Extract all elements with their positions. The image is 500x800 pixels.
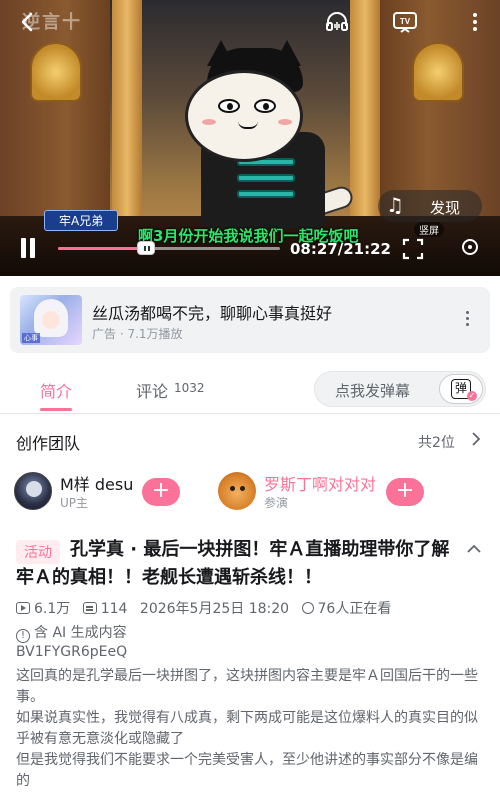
view-count: 6.1万 — [34, 601, 71, 617]
player-top-bar: TV — [0, 0, 500, 44]
info-icon: ! — [16, 629, 30, 643]
progress-bar[interactable] — [58, 241, 280, 255]
more-dot — [465, 311, 469, 314]
more-dot — [465, 323, 469, 326]
cat-mouth — [238, 121, 258, 129]
pause-icon[interactable] — [18, 238, 38, 258]
scene-emblem-right — [412, 42, 464, 102]
follow-button[interactable]: + — [142, 478, 180, 506]
cartoon-cat-character — [185, 40, 356, 228]
ad-more-icon[interactable] — [464, 311, 470, 331]
team-count[interactable]: 共2位 — [418, 432, 455, 452]
danmaku-input[interactable]: 点我发弹幕 弹 ✓ — [314, 371, 486, 407]
fullscreen-icon[interactable] — [402, 238, 424, 260]
activity-badge[interactable]: 活动 — [16, 540, 60, 564]
more-vertical-icon[interactable] — [462, 10, 488, 34]
description-line: 这回真的是孔学最后一块拼图了，这块拼图内容主要是牢Ａ回国后干的一些事。 — [16, 668, 478, 705]
music-note-icon: ♫ — [386, 193, 404, 217]
chevron-up-icon[interactable] — [466, 540, 482, 559]
cat-face — [185, 70, 303, 162]
danmaku-check-icon: ✓ — [467, 391, 477, 401]
ad-thumbnail: 心事 — [20, 295, 82, 345]
comments-count: 1032 — [174, 381, 205, 395]
vertical-mode-badge: 竖屏 — [414, 222, 444, 237]
tv-cast-icon[interactable]: TV — [392, 10, 418, 34]
member-role: 参演 — [264, 496, 289, 510]
playback-time: 08:27/21:22 — [290, 240, 391, 258]
thumbnail-caption: 心事 — [22, 333, 40, 343]
pause-bar-left — [21, 238, 26, 258]
pause-bar-right — [30, 238, 35, 258]
description-line: 如果说真实性，我觉得有八成真，剩下两成可能是这位爆料人的真实目的似乎被有意无意淡… — [16, 710, 478, 747]
more-dot — [465, 317, 469, 320]
follow-button[interactable]: + — [386, 478, 424, 506]
video-description: 这回真的是孔学最后一块拼图了，这块拼图内容主要是牢Ａ回国后干的一些事。 如果说真… — [16, 666, 486, 792]
description-line: 但是我觉得我们不能要求一个完美受害人，至少他讲述的事实部分不像是编的 — [16, 752, 478, 789]
play-count-icon — [16, 602, 30, 614]
thumbnail-face — [42, 311, 60, 329]
scene-emblem-left — [30, 42, 82, 102]
publish-date: 2026年5月25日 18:20 — [139, 601, 290, 617]
chevron-right-icon[interactable] — [470, 431, 482, 451]
danmaku-toggle-button[interactable]: 弹 ✓ — [439, 374, 483, 404]
team-member[interactable]: M样 desu UP主 + — [14, 470, 204, 514]
bv-id[interactable]: BV1FYGR6pEeQ — [16, 644, 127, 660]
progress-fill — [58, 247, 147, 250]
svg-text:TV: TV — [400, 17, 411, 26]
video-title: 孔学真 · 最后一块拼图！牢Ａ直播助理带你了解牢Ａ的真相！！老舰长遭遇斩杀线！！ — [16, 539, 450, 588]
ai-note-text: 含 AI 生成内容 — [34, 625, 127, 641]
discover-button[interactable]: ♫ 发现 — [378, 190, 482, 222]
danmaku-placeholder: 点我发弹幕 — [335, 382, 411, 400]
avatar[interactable] — [14, 472, 52, 510]
ad-meta: 广告 · 7.1万播放 — [92, 327, 183, 341]
shirt-stripe — [237, 174, 295, 182]
team-title: 创作团队 — [16, 434, 81, 453]
shirt-stripe — [237, 190, 295, 198]
progress-handle[interactable] — [137, 241, 156, 255]
headset-icon[interactable] — [324, 10, 350, 34]
ad-card[interactable]: 心事 丝瓜汤都喝不完，聊聊心事真挺好 广告 · 7.1万播放 — [10, 287, 490, 353]
ai-content-note: ! 含 AI 生成内容 — [16, 622, 127, 643]
avatar[interactable] — [218, 472, 256, 510]
watching-count: 76人正在看 — [317, 601, 392, 617]
tab-comments[interactable]: 评论 — [136, 378, 168, 402]
back-arrow-icon[interactable] — [16, 10, 40, 34]
watching-icon — [301, 602, 314, 614]
ad-title: 丝瓜汤都喝不完，聊聊心事真挺好 — [92, 304, 333, 323]
tab-active-indicator — [40, 408, 72, 411]
danmaku-count: 114 — [100, 601, 128, 617]
cat-eye-right — [254, 99, 276, 113]
discover-label: 发现 — [430, 199, 461, 217]
tab-intro[interactable]: 简介 — [40, 378, 72, 402]
cat-blush-right — [278, 119, 292, 125]
video-stats: 6.1万 114 2026年5月25日 18:20 76人正在看 — [16, 598, 496, 618]
member-name[interactable]: M样 desu — [60, 471, 133, 495]
cat-blush-left — [202, 119, 216, 125]
member-name[interactable]: 罗斯丁啊对对对 — [264, 471, 376, 495]
video-player[interactable]: 逆言十 TV 牢A兄弟 啊3月份开始我说我们一起吃饭吧 ♫ 发现 08:27/2… — [0, 0, 500, 276]
team-member[interactable]: 罗斯丁啊对对对 参演 + — [218, 470, 428, 514]
rotate-icon[interactable] — [462, 239, 478, 255]
content-tabs: 简介 评论 1032 点我发弹幕 弹 ✓ — [0, 364, 500, 414]
cat-eye-left — [218, 99, 240, 113]
video-name-tag: 牢A兄弟 — [44, 210, 119, 231]
member-role: UP主 — [60, 496, 89, 510]
danmaku-count-icon — [82, 602, 97, 614]
